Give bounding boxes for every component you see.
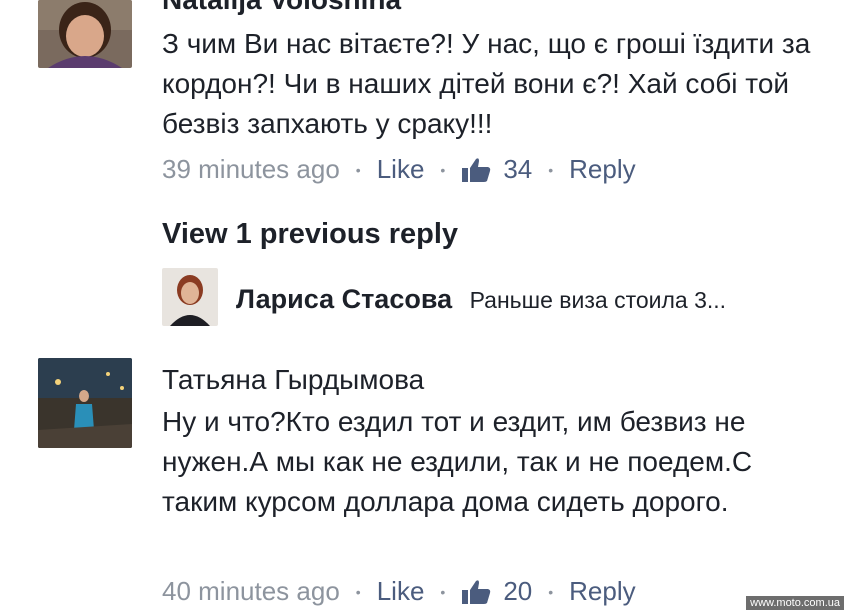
avatar-natalija[interactable] xyxy=(38,0,132,68)
thumbs-up-icon xyxy=(462,579,491,604)
comment-timestamp[interactable]: 39 minutes ago xyxy=(162,154,340,185)
reply-button[interactable]: Reply xyxy=(569,576,635,607)
commenter-name[interactable]: Татьяна Гырдымова xyxy=(162,364,424,396)
avatar-image xyxy=(162,268,218,326)
comment-timestamp[interactable]: 40 minutes ago xyxy=(162,576,340,607)
like-count-value: 34 xyxy=(503,154,533,184)
comment-meta: 40 minutes ago • Like • 20 • Reply xyxy=(162,576,636,607)
commenter-name[interactable]: Natalija Voloshina xyxy=(162,0,401,16)
separator-dot: • xyxy=(548,583,554,600)
separator-dot: • xyxy=(548,161,554,178)
like-button[interactable]: Like xyxy=(377,154,425,185)
thumbs-up-icon xyxy=(462,157,491,182)
separator-dot: • xyxy=(355,161,361,178)
reply-preview[interactable]: Лариса Стасова Раньше виза стоила 3... xyxy=(236,284,726,315)
separator-dot: • xyxy=(440,161,446,178)
separator-dot: • xyxy=(440,583,446,600)
reply-button[interactable]: Reply xyxy=(569,154,635,185)
comment-text: Ну и что?Кто ездил тот и ездит, им безви… xyxy=(162,406,753,517)
reply-preview-text: Раньше виза стоила 3... xyxy=(469,287,727,313)
comment-text: З чим Ви нас вітаєте?! У нас, що є гроші… xyxy=(162,28,811,139)
watermark: www.moto.com.ua xyxy=(746,596,844,610)
separator-dot: • xyxy=(355,583,361,600)
like-button[interactable]: Like xyxy=(377,576,425,607)
view-previous-replies-link[interactable]: View 1 previous reply xyxy=(162,218,458,251)
reply-author-name[interactable]: Лариса Стасова xyxy=(236,284,452,314)
avatar-larisa[interactable] xyxy=(162,268,218,326)
avatar-tatiana[interactable] xyxy=(38,358,132,448)
like-count[interactable]: 34 xyxy=(461,154,532,185)
comment-meta: 39 minutes ago • Like • 34 • Reply xyxy=(162,154,636,185)
like-count-value: 20 xyxy=(503,576,533,606)
like-count[interactable]: 20 xyxy=(461,576,532,607)
avatar-image xyxy=(38,358,132,448)
avatar-image xyxy=(38,0,132,68)
